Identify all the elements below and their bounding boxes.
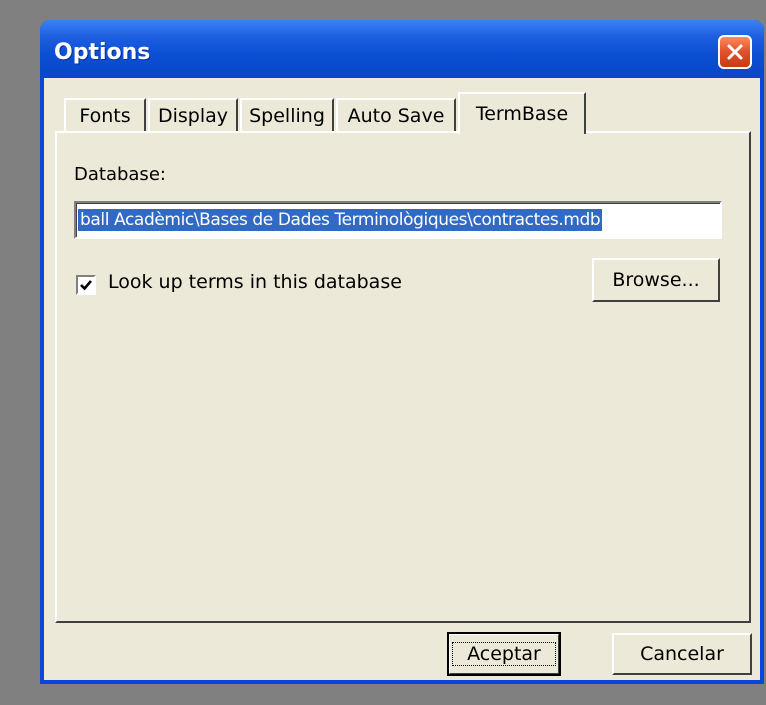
window-title: Options <box>54 40 151 65</box>
browse-button[interactable]: Browse... <box>592 258 720 302</box>
lookup-terms-checkbox[interactable] <box>76 275 96 295</box>
database-label: Database: <box>74 164 166 185</box>
cancel-button-label: Cancelar <box>640 643 724 665</box>
checkmark-icon <box>80 280 92 291</box>
tab-auto-save[interactable]: Auto Save <box>336 98 456 132</box>
dialog-client-area: Fonts Display Spelling Auto Save TermBas… <box>44 78 760 680</box>
tab-termbase[interactable]: TermBase <box>458 92 586 134</box>
database-path-text: ball Acadèmic\Bases de Dades Terminològi… <box>78 209 603 231</box>
title-bar[interactable]: Options <box>40 20 764 78</box>
options-dialog: Options Fonts Display Spelling Auto Save… <box>40 20 764 684</box>
database-path-input[interactable]: ball Acadèmic\Bases de Dades Terminològi… <box>74 201 722 239</box>
close-button[interactable] <box>718 35 752 69</box>
tab-display[interactable]: Display <box>148 98 238 132</box>
accept-button-label: Aceptar <box>452 642 556 666</box>
browse-button-label: Browse... <box>612 269 700 291</box>
tab-fonts[interactable]: Fonts <box>64 98 146 132</box>
close-icon <box>727 44 743 60</box>
accept-button[interactable]: Aceptar <box>447 632 561 676</box>
tab-spelling[interactable]: Spelling <box>240 98 334 132</box>
cancel-button[interactable]: Cancelar <box>612 633 752 675</box>
lookup-terms-label[interactable]: Look up terms in this database <box>108 271 402 293</box>
